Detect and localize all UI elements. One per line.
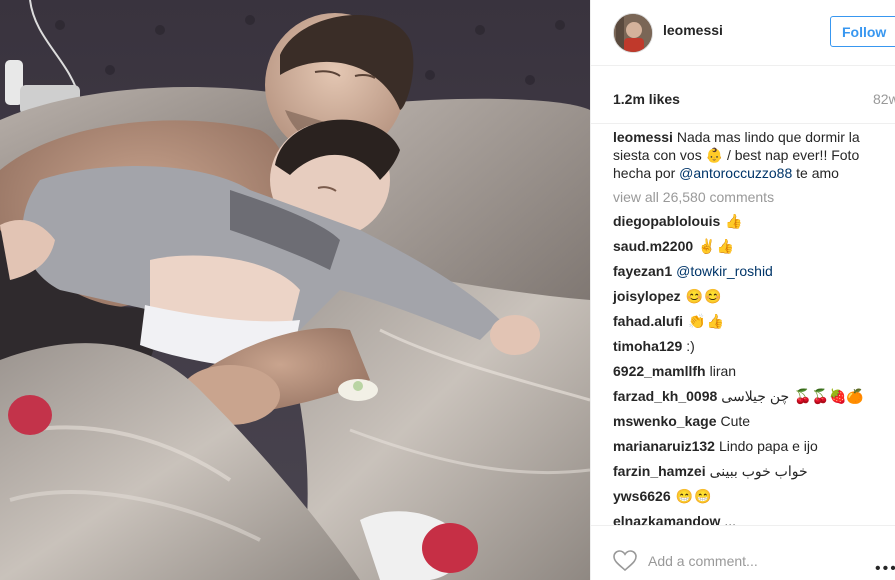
comment-text: چن جیلاسی xyxy=(721,388,790,404)
comment-username[interactable]: fahad.alufi xyxy=(613,313,683,329)
comment-item: timoha129:) xyxy=(613,337,874,362)
comment-username[interactable]: fayezan1 xyxy=(613,263,672,279)
comment-username[interactable]: farzin_hamzei xyxy=(613,463,706,479)
comment-username[interactable]: farzad_kh_0098 xyxy=(613,388,717,404)
comment-item: joisylopez 😊😊 xyxy=(613,287,874,312)
caption-text-3: te amo xyxy=(796,165,839,181)
likes-count[interactable]: 1.2m likes xyxy=(613,91,680,107)
comment-text: :) xyxy=(686,338,695,354)
avatar-image xyxy=(614,14,652,52)
comment-text: Lindo papa e ijo xyxy=(718,438,818,454)
comment-bar: ••• xyxy=(591,525,895,580)
sleeping-photo-image xyxy=(0,0,590,580)
comments-list: leomessi Nada mas lindo que dormir la si… xyxy=(591,124,895,525)
view-all-comments-link[interactable]: view all 26,580 comments xyxy=(613,188,874,206)
comment-mention-link[interactable]: @towkir_roshid xyxy=(676,263,773,279)
comment-username[interactable]: joisylopez xyxy=(613,288,681,304)
comment-username[interactable]: yws6626 xyxy=(613,488,671,504)
comment-item: marianaruiz132 Lindo papa e ijo xyxy=(613,437,874,462)
caption-username[interactable]: leomessi xyxy=(613,129,673,145)
avatar[interactable] xyxy=(613,13,653,53)
comment-emoji: ✌👍 xyxy=(698,238,736,254)
comment-emoji: 😊😊 xyxy=(685,288,723,304)
comment-username[interactable]: 6922_mamllfh xyxy=(613,363,706,379)
comment-text: خواب خوب ببینی xyxy=(709,463,808,479)
username[interactable]: leomessi xyxy=(663,22,723,38)
post-header: leomessi Follow xyxy=(591,0,895,66)
post-timestamp[interactable]: 82w xyxy=(873,91,895,107)
comment-username[interactable]: timoha129 xyxy=(613,338,682,354)
comment-item: saud.m2200 ✌👍 xyxy=(613,237,874,262)
comment-emoji: 😁😁 xyxy=(675,488,713,504)
comment-username[interactable]: marianaruiz132 xyxy=(613,438,715,454)
post-photo[interactable] xyxy=(0,0,590,580)
heart-icon[interactable] xyxy=(613,550,637,572)
comment-item: farzin_hamzei خواب خوب ببینی xyxy=(613,462,874,487)
comment-username[interactable]: mswenko_kage xyxy=(613,413,717,429)
comment-item: mswenko_kage Cute xyxy=(613,412,874,437)
comment-text: ... xyxy=(724,513,737,525)
comment-text: Cute xyxy=(720,413,751,429)
comment-item: elnazkamandow... xyxy=(613,512,874,525)
comment-emoji: 👍 xyxy=(725,213,744,229)
comment-item: diegopablolouis 👍 xyxy=(613,212,874,237)
comment-item: fahad.alufi 👏👍 xyxy=(613,312,874,337)
more-options-icon[interactable]: ••• xyxy=(875,560,895,578)
caption-emoji: 👶 xyxy=(705,147,724,163)
post-sidebar: leomessi Follow 1.2m likes 82w leomessi … xyxy=(590,0,895,580)
caption-mention-link[interactable]: @antoroccuzzo88 xyxy=(679,165,792,181)
comment-item: 6922_mamllfh liran xyxy=(613,362,874,387)
caption: leomessi Nada mas lindo que dormir la si… xyxy=(613,128,883,182)
comment-username[interactable]: elnazkamandow xyxy=(613,513,720,525)
add-comment-input[interactable] xyxy=(648,550,848,572)
likes-row: 1.2m likes 82w xyxy=(591,66,895,124)
comment-item: farzad_kh_0098 چن جیلاسی 🍒🍒🍓🍊 xyxy=(613,387,874,412)
comment-emoji: 👏👍 xyxy=(688,313,725,329)
comment-item: fayezan1 @towkir_roshid xyxy=(613,262,874,287)
comment-item: yws6626 😁😁 xyxy=(613,487,874,512)
follow-button[interactable]: Follow xyxy=(830,16,895,47)
comment-username[interactable]: saud.m2200 xyxy=(613,238,693,254)
comment-text: liran xyxy=(709,363,737,379)
comment-username[interactable]: diegopablolouis xyxy=(613,213,720,229)
comment-emoji: 🍒🍒🍓🍊 xyxy=(794,388,864,404)
